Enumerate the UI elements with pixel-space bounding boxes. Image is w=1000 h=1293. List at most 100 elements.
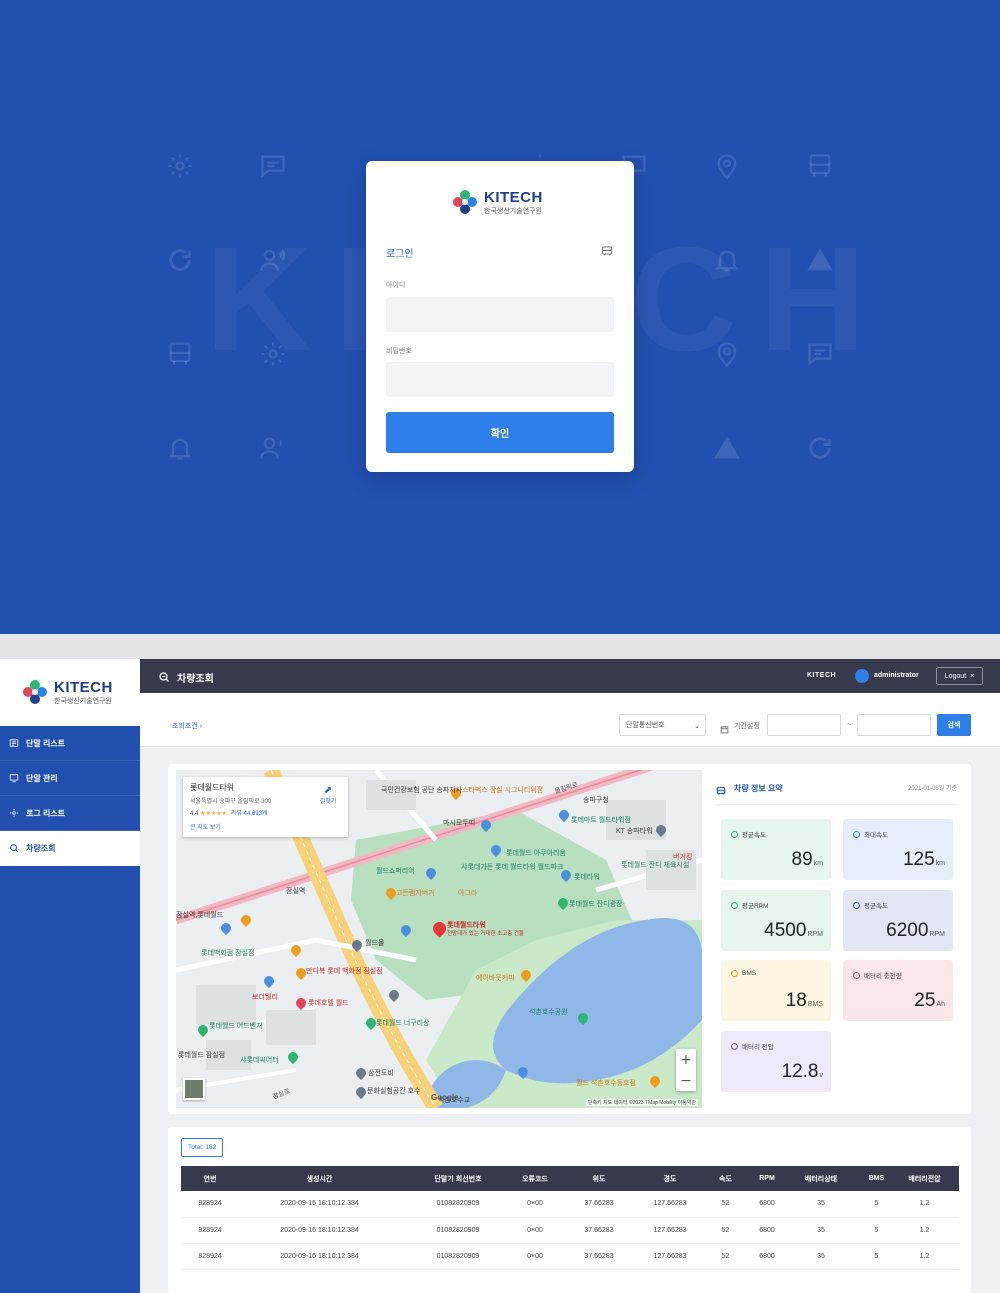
stat-label: BMS (742, 970, 757, 977)
sidebar-item-vehicle-search[interactable]: 차량조회 (0, 831, 140, 866)
column-header[interactable]: BMS (863, 1166, 890, 1191)
map-label: 롯데월드 너구리상 (376, 1020, 430, 1027)
top-bar: 차량조회 KITECH administrator Logout × (140, 659, 1000, 693)
zoom-out-button[interactable]: − (676, 1070, 696, 1091)
logo-subtitle: 한국생산기술연구원 (484, 207, 542, 215)
logout-label: Logout (944, 672, 967, 680)
stat-card-battery-voltage: 배터리 전압 12.8v (721, 1031, 831, 1092)
review-count[interactable]: 리뷰 44,693개 (231, 811, 268, 817)
login-title: 로그인 (386, 249, 414, 260)
filter-bar: 조회조건 › 단말통신번호 ⌄ 기간설정 ~ 검색 (140, 693, 1000, 747)
data-table-panel: Total: 182 연번 생성시간 단말기 회선번호 오류코드 위도 경도 속… (168, 1127, 971, 1293)
search-button[interactable]: 검색 (937, 714, 971, 736)
id-input[interactable] (386, 297, 614, 332)
speed-icon (853, 830, 860, 838)
stat-value: 18 (785, 990, 807, 1011)
map-label: 잠실역,롯데월드 (176, 912, 224, 919)
logout-button[interactable]: Logout × (936, 667, 983, 685)
refresh-icon (166, 246, 194, 274)
date-from-input[interactable] (767, 714, 841, 736)
map-label: 롯데타워 (574, 874, 600, 881)
login-submit-button[interactable]: 확인 (386, 412, 614, 453)
bus-icon (806, 152, 834, 180)
stat-card-bms: BMS 18BMS (721, 960, 831, 1021)
login-background: KITECH KITECH 한국생산기술연구원 로그인 아이디 비밀번호 확인 (0, 0, 1000, 634)
logo-brand: KITECH (54, 678, 113, 696)
zoom-in-button[interactable]: + (676, 1049, 696, 1070)
sidebar: KITECH 한국생산기술연구원 단말 리스트 단말 관리 로그 리스트 차량조… (0, 659, 140, 1293)
map-label: 롯데백화점 잠실점 (201, 950, 255, 957)
logo-brand: KITECH (484, 188, 543, 206)
sidebar-item-log-list[interactable]: 로그 리스트 (0, 796, 140, 831)
column-header[interactable]: 연번 (181, 1166, 239, 1191)
stat-unit: km (813, 860, 823, 867)
gear-icon (166, 152, 194, 180)
map[interactable]: 국민건강보험 공단 송파지사 스타벅스 잠실 시그니티위점 롯데마트 월드타워점… (176, 770, 702, 1108)
map-label: 잠실역 (286, 888, 306, 895)
map-label: 롯데월드 잔디 체육시설 (621, 862, 690, 869)
map-label: 월드 석촌호수동호점 (576, 1080, 636, 1087)
table-row[interactable]: 828924 2020-09-16 18:10:12.384 01082820909… (181, 1217, 959, 1244)
sidebar-logo[interactable]: KITECH 한국생산기술연구원 (0, 659, 140, 726)
gauge-icon (853, 901, 860, 909)
car-icon (601, 244, 613, 256)
calendar-icon (720, 721, 729, 734)
map-summary-panel: 국민건강보험 공단 송파지사 스타벅스 잠실 시그니티위점 롯데마트 월드타워점… (168, 764, 971, 1114)
map-label: 삼전도비 (368, 1070, 394, 1077)
voltage-icon (731, 1042, 738, 1050)
table-row[interactable]: 828924 2020-09-16 18:10:12.384 01082820909… (181, 1243, 959, 1270)
password-label: 비밀번호 (386, 348, 412, 355)
logo-subtitle: 한국생산기술연구원 (54, 697, 112, 705)
map-attribution[interactable]: 단축키 지도 데이터 ©2023 TMap Mobility 이용약관 (585, 1099, 698, 1106)
rpm-icon (731, 901, 738, 909)
sidebar-item-device-list[interactable]: 단말 리스트 (0, 726, 140, 761)
sidebar-item-label: 로그 리스트 (26, 808, 66, 818)
section-divider (0, 634, 1000, 659)
device-number-select[interactable]: 단말통신번호 ⌄ (619, 714, 706, 736)
list-icon (9, 738, 19, 748)
date-to-input[interactable] (857, 714, 931, 736)
kitech-logo-icon (20, 677, 50, 707)
column-header[interactable]: 배터리상태 (779, 1166, 863, 1191)
column-header[interactable]: 배터리전압 (890, 1166, 959, 1191)
map-label: 에이바웃커피 (476, 975, 515, 982)
stat-label: 최대속도 (864, 832, 888, 839)
chevron-down-icon: ⌄ (694, 723, 700, 730)
column-header[interactable]: 위도 (554, 1166, 644, 1191)
larger-map-link[interactable]: 큰 지도 보기 (190, 822, 341, 831)
place-rating: 4.4 ★★★★★ 리뷰 44,693개 (190, 811, 268, 817)
map-label: 국민건강보험 공단 송파지사 (381, 787, 463, 794)
sidebar-item-device-manage[interactable]: 단말 관리 (0, 761, 140, 796)
rating-stars: ★★★★★ (200, 811, 227, 817)
stat-value: 12.8 (781, 1061, 819, 1082)
selected-location-sublabel: 전망대가 있는 거대한 초고층 건물 (447, 931, 524, 937)
breadcrumb[interactable]: 조회조건 › (172, 721, 202, 731)
column-header[interactable]: RPM (755, 1166, 779, 1191)
sidebar-item-label: 단말 리스트 (26, 738, 66, 748)
satellite-toggle[interactable] (183, 1078, 205, 1100)
speed-icon (731, 830, 738, 838)
column-header[interactable]: 생성시간 (239, 1166, 400, 1191)
device-icon (9, 773, 19, 783)
column-header[interactable]: 오류코드 (516, 1166, 554, 1191)
gear-icon (259, 340, 287, 368)
divider (716, 804, 957, 805)
column-header[interactable]: 경도 (644, 1166, 696, 1191)
stat-unit: RPM (807, 931, 823, 938)
map-label: 월드쇼퍼리어 (376, 868, 415, 875)
bell-icon (166, 434, 194, 462)
kitech-logo-icon (450, 187, 480, 217)
user-name[interactable]: administrator (874, 672, 919, 679)
user-avatar-icon[interactable] (855, 669, 869, 683)
column-header[interactable]: 단말기 회선번호 (400, 1166, 516, 1191)
stat-card-avg-rpm: 평균RPM 4500RPM (721, 890, 831, 951)
search-icon (158, 670, 170, 682)
password-input[interactable] (386, 362, 614, 397)
map-label: 롯데월드 잔디광장 (569, 901, 623, 908)
zoom-control: + − (676, 1049, 696, 1091)
table-row[interactable]: 828924 2020-09-16 18:10:12.384 01082820909… (181, 1191, 959, 1218)
period-label: 기간설정 (734, 723, 760, 730)
map-label: 롯데월드 어드벤처 (209, 1023, 263, 1030)
column-header[interactable]: 속도 (696, 1166, 755, 1191)
directions-button[interactable]: ⬈ 길찾기 (318, 785, 338, 805)
